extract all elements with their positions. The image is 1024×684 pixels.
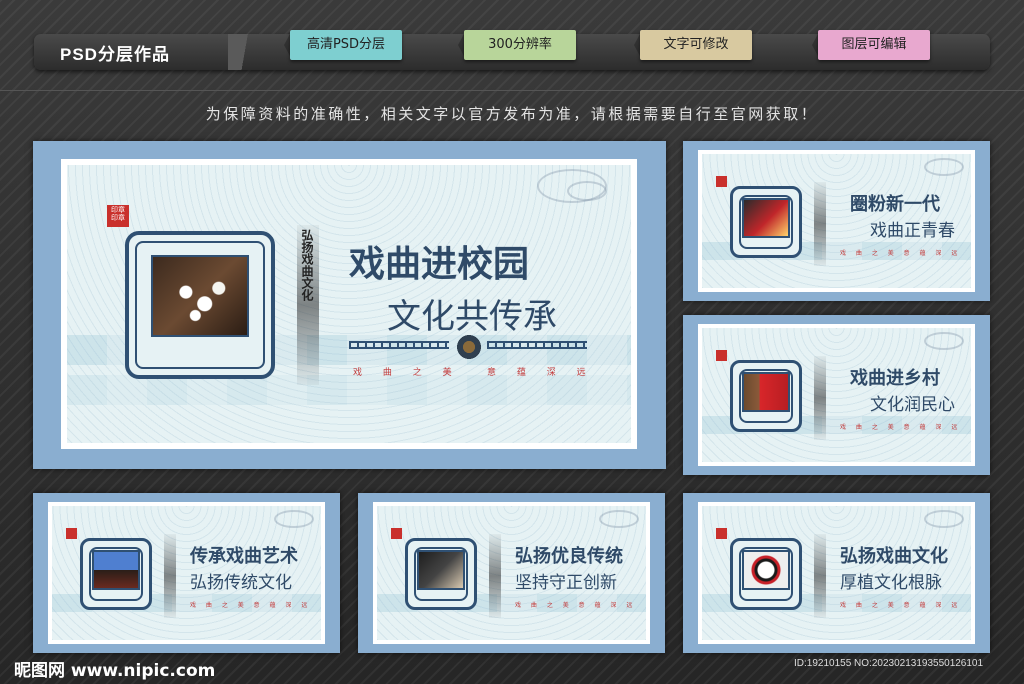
red-seal-icon: 印章 印章 (107, 205, 129, 227)
board-card: 弘扬戏曲文化 厚植文化根脉 戏 曲 之 美 意 蕴 深 远 (683, 493, 990, 653)
main-subtitle: 文化共传承 (387, 297, 557, 337)
brand-title: PSD分层作品 (60, 45, 170, 64)
cloud-ornament (924, 510, 964, 528)
motto-left: 戏 曲 之 美 (353, 368, 461, 378)
board-title: 戏曲进乡村 (850, 368, 940, 389)
fret-border (487, 341, 587, 349)
plum-blossom-photo (151, 255, 249, 337)
board-paper: 弘扬戏曲文化 厚植文化根脉 戏 曲 之 美 意 蕴 深 远 (702, 506, 971, 640)
divider (0, 90, 1024, 91)
ink-stroke (814, 534, 826, 618)
fret-border (349, 341, 449, 349)
board-card: 弘扬优良传统 坚持守正创新 戏 曲 之 美 意 蕴 深 远 (358, 493, 665, 653)
board-paper: 圈粉新一代 戏曲正青春 戏 曲 之 美 意 蕴 深 远 (702, 154, 971, 288)
board-subtitle: 戏曲正青春 (870, 221, 955, 241)
tag-hd-psd: 高清PSD分层 (284, 30, 402, 60)
board-inner: 弘扬戏曲文化 厚植文化根脉 戏 曲 之 美 意 蕴 深 远 (698, 502, 975, 644)
tag-editable-layers: 图层可编辑 (812, 30, 930, 60)
board-inner: 戏曲进乡村 文化润民心 戏 曲 之 美 意 蕴 深 远 (698, 324, 975, 466)
board-subtitle: 弘扬传统文化 (190, 573, 292, 593)
board-card: 圈粉新一代 戏曲正青春 戏 曲 之 美 意 蕴 深 远 (683, 141, 990, 301)
main-board-paper: 印章 印章 弘扬戏曲文化 戏曲进校园 文化共传承 戏 曲 之 美 意 蕴 深 远 (67, 165, 631, 443)
red-seal-icon (716, 176, 727, 187)
village-lanterns-photo (742, 372, 790, 412)
ink-stroke (814, 182, 826, 266)
board-motto: 戏 曲 之 美 意 蕴 深 远 (840, 424, 962, 431)
cloud-ornament (924, 158, 964, 176)
board-inner: 传承戏曲艺术 弘扬传统文化 戏 曲 之 美 意 蕴 深 远 (48, 502, 325, 644)
palace-building-photo (92, 550, 140, 590)
cloud-ornament (567, 181, 607, 201)
main-board: 印章 印章 弘扬戏曲文化 戏曲进校园 文化共传承 戏 曲 之 美 意 蕴 深 远 (33, 141, 666, 469)
tag-editable-text: 文字可修改 (634, 30, 752, 60)
opera-performer-photo (742, 198, 790, 238)
board-title: 传承戏曲艺术 (190, 546, 298, 567)
wave-band (67, 375, 631, 405)
board-subtitle: 文化润民心 (870, 395, 955, 415)
watermark-logo: 昵图网 www.nipic.com (14, 661, 216, 681)
red-seal-icon (391, 528, 402, 539)
board-motto: 戏 曲 之 美 意 蕴 深 远 (840, 250, 962, 257)
board-motto: 戏 曲 之 美 意 蕴 深 远 (840, 602, 962, 609)
board-title: 弘扬优良传统 (515, 546, 623, 567)
cloud-ornament (599, 510, 639, 528)
motto-right: 意 蕴 深 远 (487, 368, 595, 378)
opera-hands-photo (417, 550, 465, 590)
bronze-vessel-icon (455, 333, 483, 361)
red-seal-icon (716, 528, 727, 539)
ink-stroke (489, 534, 501, 618)
board-motto: 戏 曲 之 美 意 蕴 深 远 (515, 602, 637, 609)
board-title: 圈粉新一代 (850, 194, 940, 215)
board-subtitle: 厚植文化根脉 (840, 573, 942, 593)
tag-resolution: 300分辨率 (458, 30, 576, 60)
main-title: 戏曲进校园 (349, 244, 530, 285)
ink-stroke (814, 356, 826, 440)
board-inner: 圈粉新一代 戏曲正青春 戏 曲 之 美 意 蕴 深 远 (698, 150, 975, 292)
vertical-slogan: 弘扬戏曲文化 (300, 229, 314, 301)
red-seal-icon (66, 528, 77, 539)
cloud-ornament (924, 332, 964, 350)
notice-text: 为保障资料的准确性，相关文字以官方发布为准，请根据需要自行至官网获取！ (205, 105, 819, 123)
board-card: 戏曲进乡村 文化润民心 戏 曲 之 美 意 蕴 深 远 (683, 315, 990, 475)
main-board-inner: 印章 印章 弘扬戏曲文化 戏曲进校园 文化共传承 戏 曲 之 美 意 蕴 深 远 (61, 159, 637, 449)
board-card: 传承戏曲艺术 弘扬传统文化 戏 曲 之 美 意 蕴 深 远 (33, 493, 340, 653)
image-id-text: ID:19210155 NO:20230213193550126101 (794, 658, 984, 669)
red-seal-icon (716, 350, 727, 361)
board-subtitle: 坚持守正创新 (515, 573, 617, 593)
board-title: 弘扬戏曲文化 (840, 546, 948, 567)
board-inner: 弘扬优良传统 坚持守正创新 戏 曲 之 美 意 蕴 深 远 (373, 502, 650, 644)
board-motto: 戏 曲 之 美 意 蕴 深 远 (190, 602, 312, 609)
ink-stroke (164, 534, 176, 618)
board-paper: 弘扬优良传统 坚持守正创新 戏 曲 之 美 意 蕴 深 远 (377, 506, 646, 640)
opera-mask-photo (742, 550, 790, 590)
cloud-ornament (274, 510, 314, 528)
board-paper: 传承戏曲艺术 弘扬传统文化 戏 曲 之 美 意 蕴 深 远 (52, 506, 321, 640)
banner-accent (228, 34, 288, 70)
board-paper: 戏曲进乡村 文化润民心 戏 曲 之 美 意 蕴 深 远 (702, 328, 971, 462)
